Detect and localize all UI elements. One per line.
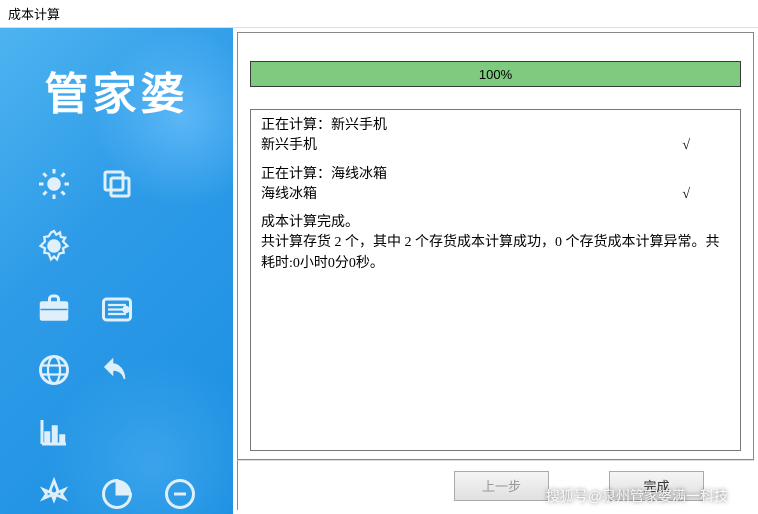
brand-logo: 管家婆 (0, 28, 233, 162)
copy-icon (95, 162, 139, 206)
briefcase-icon (32, 286, 76, 330)
sidebar-icon-grid (0, 162, 233, 514)
log-line: 新兴手机 (261, 136, 317, 156)
button-bar: 上一步 完成 (237, 460, 754, 510)
log-line: 正在计算：新兴手机 (261, 116, 387, 136)
log-line: 正在计算：海线冰箱 (261, 165, 387, 185)
main-content-area: 100% 正在计算：新兴手机 新兴手机 √ 正在计算：海线冰箱 海线冰箱 √ (237, 32, 754, 460)
placeholder-icon-6 (95, 410, 139, 454)
gear-icon (32, 224, 76, 268)
placeholder-icon-7 (158, 410, 202, 454)
log-line: 成本计算完成。 (261, 213, 359, 233)
placeholder-icon-3 (158, 224, 202, 268)
window-title-bar: 成本计算 (0, 0, 758, 28)
progress-bar: 100% (250, 61, 741, 87)
undo-icon (95, 348, 139, 392)
bar-chart-icon (32, 410, 76, 454)
progress-label: 100% (479, 67, 512, 82)
wallet-icon (95, 286, 139, 330)
pie-chart-icon (95, 472, 139, 514)
log-line: 共计算存货 2 个，其中 2 个存货成本计算成功，0 个存货成本计算异常。共耗时… (261, 235, 720, 270)
sidebar: 管家婆 (0, 28, 233, 514)
log-output[interactable]: 正在计算：新兴手机 新兴手机 √ 正在计算：海线冰箱 海线冰箱 √ 成本计算完成… (250, 109, 741, 451)
placeholder-icon-2 (95, 224, 139, 268)
checkmark-icon: √ (682, 136, 730, 156)
window-title: 成本计算 (8, 7, 60, 22)
minus-circle-icon (158, 472, 202, 514)
log-line: 海线冰箱 (261, 185, 317, 205)
finish-button[interactable]: 完成 (609, 471, 704, 501)
sun-icon (32, 162, 76, 206)
placeholder-icon (158, 162, 202, 206)
globe-icon (32, 348, 76, 392)
main-panel: 100% 正在计算：新兴手机 新兴手机 √ 正在计算：海线冰箱 海线冰箱 √ (233, 28, 758, 514)
prev-button: 上一步 (454, 471, 549, 501)
placeholder-icon-5 (158, 348, 202, 392)
checkmark-icon: √ (682, 185, 730, 205)
placeholder-icon-4 (158, 286, 202, 330)
star-icon (32, 472, 76, 514)
